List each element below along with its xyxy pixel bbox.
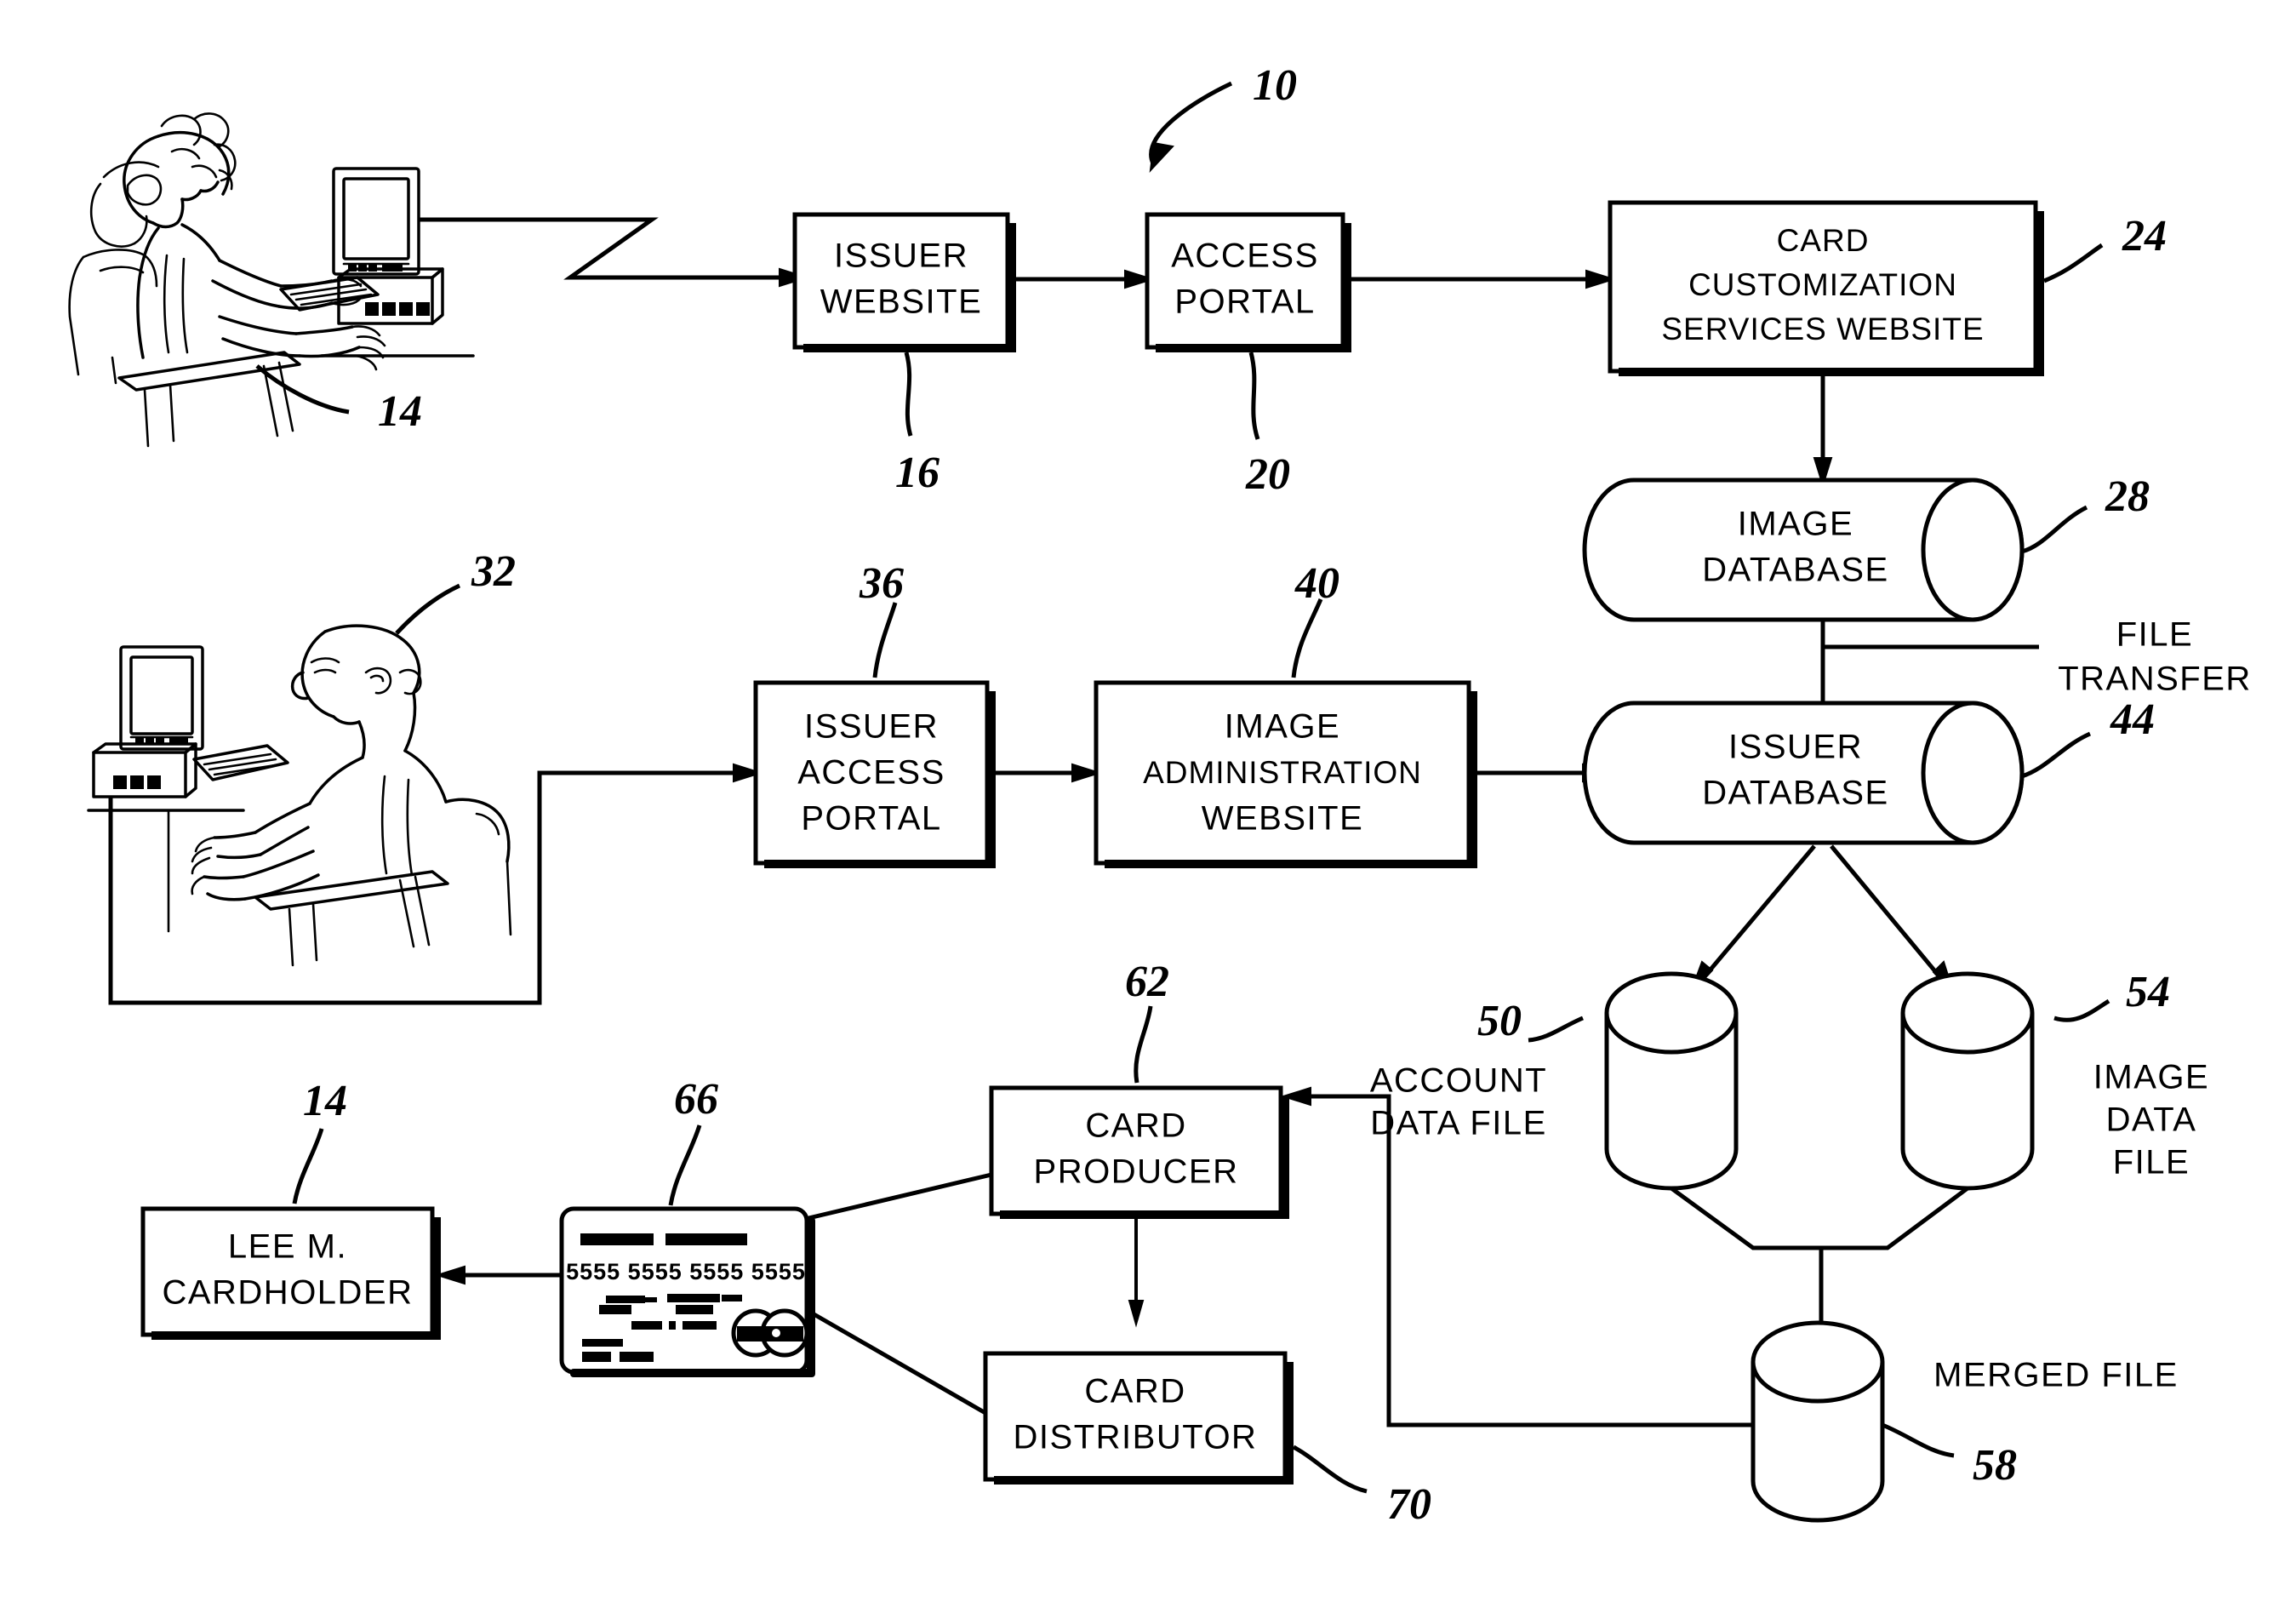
card-brand-logo — [731, 1308, 809, 1358]
box-issuer-website[interactable]: ISSUER WEBSITE 16 — [792, 212, 1016, 497]
issuer-website-line-2: WEBSITE — [820, 283, 983, 321]
ref-54-text: 54 — [2126, 968, 2170, 1016]
iap-line-2: ACCESS — [797, 754, 945, 792]
ref-40-text: 40 — [1294, 559, 1339, 608]
iaw-line-2: ADMINISTRATION — [1143, 755, 1422, 790]
cylinder-image-database[interactable]: IMAGE DATABASE 28 — [1582, 472, 2150, 622]
cardholder-line-2: CARDHOLDER — [162, 1274, 413, 1312]
image-data-file-line-2: DATA — [2106, 1101, 2197, 1139]
iap-line-3: PORTAL — [801, 800, 941, 838]
card-producer-line-2: PRODUCER — [1034, 1153, 1239, 1191]
fork-issuer-database-to-data-files — [1689, 844, 1955, 995]
ref-44-text: 44 — [2110, 695, 2155, 744]
ref-14-top-text: 14 — [378, 387, 422, 436]
ref-16-text: 16 — [895, 449, 940, 497]
issuer-website-line-1: ISSUER — [834, 237, 968, 275]
image-data-file-line-3: FILE — [2113, 1144, 2190, 1181]
account-data-file-line-2: DATA FILE — [1370, 1105, 1547, 1142]
person-at-computer-middle: 32 — [87, 547, 516, 967]
cylinder-merged-file[interactable]: MERGED FILE 58 — [1751, 1320, 2179, 1523]
ref-70-text: 70 — [1387, 1480, 1431, 1529]
file-transfer-line-1: FILE — [2116, 616, 2193, 654]
image-database-line-1: IMAGE — [1738, 506, 1853, 543]
card-block-1 — [580, 1233, 654, 1245]
cylinder-image-data-file[interactable]: 54 IMAGE DATA FILE — [1900, 968, 2209, 1191]
box-card-producer[interactable]: CARD PRODUCER 62 — [989, 958, 1289, 1219]
file-transfer-line-2: TRANSFER — [2058, 661, 2252, 698]
box-image-administration-website[interactable]: IMAGE ADMINISTRATION WEBSITE 40 — [1094, 559, 1477, 868]
box-card-customization-services-website[interactable]: CARD CUSTOMIZATION SERVICES WEBSITE 24 — [1608, 200, 2167, 376]
card-distributor-line-1: CARD — [1084, 1373, 1185, 1410]
arrow-issuer-website-to-access-portal — [1016, 269, 1156, 289]
iaw-line-1: IMAGE — [1225, 708, 1340, 746]
ref-24-text: 24 — [2122, 212, 2167, 260]
arrow-access-portal-to-card-customization — [1351, 269, 1617, 289]
cardholder-line-1: LEE M. — [228, 1228, 347, 1266]
iaw-line-3: WEBSITE — [1202, 800, 1364, 838]
issuer-database-line-1: ISSUER — [1728, 729, 1863, 766]
arrow-iap-to-image-admin — [996, 763, 1103, 783]
ref-50-text: 50 — [1477, 997, 1522, 1045]
patent-figure-canvas: 10 14 ISSUER WEBSITE 16 ACCESS PORTAL 20… — [0, 0, 2296, 1619]
card-number: 5555 5555 5555 5555 — [566, 1259, 806, 1284]
ref-36-text: 36 — [859, 559, 904, 608]
ref-62-text: 62 — [1125, 958, 1169, 1006]
box-issuer-access-portal[interactable]: ISSUER ACCESS PORTAL 36 — [753, 559, 996, 868]
access-portal-line-1: ACCESS — [1171, 237, 1319, 275]
diagram-svg: 10 14 ISSUER WEBSITE 16 ACCESS PORTAL 20… — [68, 61, 2252, 1529]
ref-10-text: 10 — [1253, 61, 1297, 110]
arrow-ccsw-to-image-database — [1813, 376, 1833, 489]
box-access-portal[interactable]: ACCESS PORTAL 20 — [1145, 212, 1351, 499]
arrow-card-producer-to-card-distributor — [1128, 1219, 1145, 1328]
box-card-distributor[interactable]: CARD DISTRIBUTOR 70 — [983, 1351, 1431, 1529]
image-data-file-line-1: IMAGE — [2093, 1059, 2209, 1096]
ref-66-text: 66 — [674, 1075, 718, 1124]
ccsw-line-1: CARD — [1777, 223, 1870, 258]
ref-32-text: 32 — [471, 547, 516, 596]
ref-14-bottom-text: 14 — [303, 1077, 347, 1125]
arrow-card-to-cardholder — [434, 1265, 562, 1285]
ref-20-text: 20 — [1245, 450, 1290, 499]
issuer-database-line-2: DATABASE — [1702, 775, 1888, 812]
card-producer-line-1: CARD — [1085, 1107, 1186, 1145]
box-cardholder[interactable]: LEE M. CARDHOLDER 14 — [140, 1077, 441, 1340]
figure-ref-10: 10 — [1149, 61, 1297, 173]
card-block-2 — [665, 1233, 747, 1245]
access-portal-line-2: PORTAL — [1174, 283, 1315, 321]
ccsw-line-2: CUSTOMIZATION — [1688, 267, 1957, 302]
cylinder-issuer-database[interactable]: ISSUER DATABASE 44 — [1582, 695, 2155, 845]
ccsw-line-3: SERVICES WEBSITE — [1661, 312, 1984, 346]
card-distributor-line-2: DISTRIBUTOR — [1014, 1419, 1258, 1456]
connector-user2-to-issuer-access-portal — [108, 763, 764, 1005]
ref-28-text: 28 — [2105, 472, 2150, 521]
connector-user-to-issuer-website — [419, 217, 810, 288]
ref-58-text: 58 — [1973, 1441, 2017, 1490]
merged-file-label: MERGED FILE — [1933, 1357, 2179, 1394]
person-at-computer-top: 14 — [68, 112, 475, 448]
payment-card-graphic[interactable]: 5555 5555 5555 5555 66 — [559, 1075, 815, 1377]
iap-line-1: ISSUER — [804, 708, 939, 746]
cylinder-account-data-file[interactable]: 50 ACCOUNT DATA FILE — [1370, 971, 1739, 1191]
account-data-file-line-1: ACCOUNT — [1370, 1062, 1547, 1100]
image-database-line-2: DATABASE — [1702, 552, 1888, 589]
connectors-card-to-producer-distributor — [803, 1172, 992, 1416]
